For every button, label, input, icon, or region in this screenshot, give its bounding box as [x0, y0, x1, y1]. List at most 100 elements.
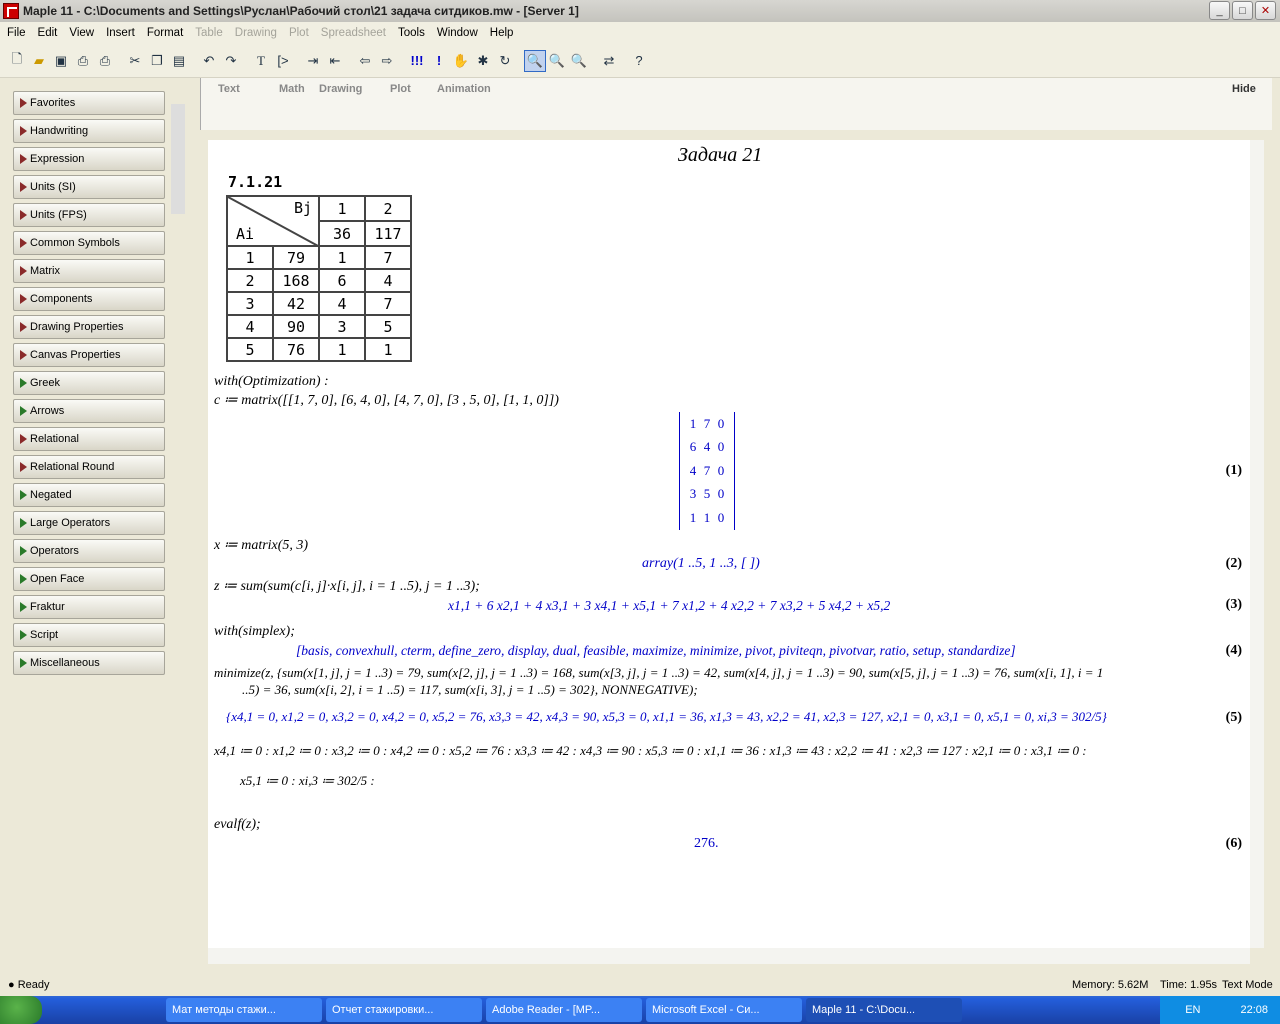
palette-scrollbar[interactable]: [170, 86, 186, 966]
palette-large-operators[interactable]: Large Operators: [13, 511, 165, 535]
input-matrix-x[interactable]: x ≔ matrix(5, 3): [214, 537, 308, 554]
input-matrix-c[interactable]: c ≔ matrix([[1, 7, 0], [6, 4, 0], [4, 7,…: [214, 392, 559, 409]
palette-scroll-thumb[interactable]: [171, 104, 185, 214]
context-hide-button[interactable]: Hide: [1232, 83, 1256, 95]
copy-icon[interactable]: ❐: [146, 50, 168, 72]
forward-icon[interactable]: ⇨: [376, 50, 398, 72]
input-with-simplex[interactable]: with(simplex);: [214, 624, 295, 640]
open-icon[interactable]: ▰: [28, 50, 50, 72]
palette-units-si[interactable]: Units (SI): [13, 175, 165, 199]
print-preview-icon[interactable]: ⎙: [94, 50, 116, 72]
zoom-100-icon[interactable]: 🔍: [524, 49, 546, 72]
context-tab-plot[interactable]: Plot: [390, 83, 411, 95]
table-b-value: 36: [318, 220, 366, 247]
menu-drawing[interactable]: Drawing: [230, 27, 284, 39]
cut-icon[interactable]: ✂: [124, 50, 146, 72]
palette-relational[interactable]: Relational: [13, 427, 165, 451]
stop-icon[interactable]: ✋: [450, 50, 472, 72]
menu-tools[interactable]: Tools: [393, 27, 432, 39]
palette-fraktur[interactable]: Fraktur: [13, 595, 165, 619]
prompt-icon[interactable]: [>: [272, 50, 294, 72]
menu-spreadsheet[interactable]: Spreadsheet: [316, 27, 393, 39]
taskbar-item[interactable]: Adobe Reader - [MP...: [486, 998, 642, 1022]
palette-script[interactable]: Script: [13, 623, 165, 647]
palette-favorites[interactable]: Favorites: [13, 91, 165, 115]
palette-canvas-properties[interactable]: Canvas Properties: [13, 343, 165, 367]
output-simplex-list: [basis, convexhull, cterm, define_zero, …: [296, 643, 1016, 658]
status-mode: Text Mode: [1222, 979, 1273, 991]
zoom-150-icon[interactable]: 🔍: [546, 50, 568, 72]
taskbar-item[interactable]: Мат методы стажи...: [166, 998, 322, 1022]
paste-icon[interactable]: ▤: [168, 50, 190, 72]
maximize-button[interactable]: □: [1232, 1, 1253, 20]
palette-label: Common Symbols: [30, 237, 120, 249]
back-icon[interactable]: ⇦: [354, 50, 376, 72]
save-icon[interactable]: ▣: [50, 50, 72, 72]
menu-edit[interactable]: Edit: [33, 27, 65, 39]
palette-matrix[interactable]: Matrix: [13, 259, 165, 283]
expand-arrow-icon: [20, 518, 27, 528]
menu-table[interactable]: Table: [190, 27, 230, 39]
taskbar-item-active[interactable]: Maple 11 - C:\Docu...: [806, 998, 962, 1022]
palette-drawing-properties[interactable]: Drawing Properties: [13, 315, 165, 339]
print-icon[interactable]: ⎙: [72, 50, 94, 72]
palette-units-fps[interactable]: Units (FPS): [13, 203, 165, 227]
palette-negated[interactable]: Negated: [13, 483, 165, 507]
menu-view[interactable]: View: [64, 27, 101, 39]
menu-plot[interactable]: Plot: [284, 27, 316, 39]
expand-arrow-icon: [20, 294, 27, 304]
taskbar-item[interactable]: Microsoft Excel - Си...: [646, 998, 802, 1022]
palette-operators[interactable]: Operators: [13, 539, 165, 563]
execute-icon[interactable]: !: [428, 50, 450, 72]
text-icon[interactable]: T: [250, 50, 272, 72]
menu-bar: File Edit View Insert Format Table Drawi…: [0, 22, 1280, 44]
language-indicator[interactable]: EN: [1185, 1004, 1200, 1016]
help-icon[interactable]: ?: [628, 50, 650, 72]
menu-help[interactable]: Help: [485, 27, 521, 39]
worksheet-vertical-scrollbar[interactable]: [1250, 140, 1264, 948]
context-tab-math[interactable]: Math: [279, 83, 305, 95]
menu-window[interactable]: Window: [432, 27, 485, 39]
toggle-icon[interactable]: ⇄: [598, 50, 620, 72]
input-minimize-2[interactable]: ..5) = 36, sum(x[i, 2], i = 1 ..5) = 117…: [242, 682, 698, 698]
close-button[interactable]: ✕: [1255, 1, 1276, 20]
equation-label-1: (1): [1225, 463, 1242, 478]
menu-file[interactable]: File: [2, 27, 33, 39]
new-icon[interactable]: 🗋: [6, 50, 28, 72]
worksheet-horizontal-scrollbar[interactable]: [208, 948, 1250, 964]
input-evalf[interactable]: evalf(z);: [214, 817, 261, 833]
input-assignments-1[interactable]: x4,1 ≔ 0 : x1,2 ≔ 0 : x3,2 ≔ 0 : x4,2 ≔ …: [214, 743, 1087, 759]
context-tab-animation[interactable]: Animation: [437, 83, 491, 95]
indent-icon[interactable]: ⇥: [302, 50, 324, 72]
palette-miscellaneous[interactable]: Miscellaneous: [13, 651, 165, 675]
redo-icon[interactable]: ↷: [220, 50, 242, 72]
palette-components[interactable]: Components: [13, 287, 165, 311]
input-minimize-1[interactable]: minimize(z, {sum(x[1, j], j = 1 ..3) = 7…: [214, 665, 1103, 681]
menu-format[interactable]: Format: [142, 27, 190, 39]
input-sum-z[interactable]: z ≔ sum(sum(c[i, j]·x[i, j], i = 1 ..5),…: [214, 578, 480, 595]
palette-expression[interactable]: Expression: [13, 147, 165, 171]
minimize-button[interactable]: _: [1209, 1, 1230, 20]
restart-icon[interactable]: ↻: [494, 50, 516, 72]
undo-icon[interactable]: ↶: [198, 50, 220, 72]
taskbar-item[interactable]: Отчет стажировки...: [326, 998, 482, 1022]
palette-relational-round[interactable]: Relational Round: [13, 455, 165, 479]
input-with-optimization[interactable]: with(Optimization) :: [214, 374, 329, 390]
input-assignments-2[interactable]: x5,1 ≔ 0 : xi,3 ≔ 302/5 :: [240, 773, 375, 789]
context-tab-text[interactable]: Text: [218, 83, 240, 95]
palette-open-face[interactable]: Open Face: [13, 567, 165, 591]
menu-insert[interactable]: Insert: [101, 27, 142, 39]
start-button[interactable]: [0, 996, 42, 1024]
debug-icon[interactable]: ✱: [472, 50, 494, 72]
worksheet[interactable]: Задача 21 7.1.21 Bj Ai 1 2 36 117 1 79 1 7 …: [208, 140, 1250, 948]
outdent-icon[interactable]: ⇤: [324, 50, 346, 72]
palette-greek[interactable]: Greek: [13, 371, 165, 395]
palette-label: Matrix: [30, 265, 60, 277]
maple-app-icon[interactable]: [3, 3, 19, 19]
palette-common-symbols[interactable]: Common Symbols: [13, 231, 165, 255]
palette-arrows[interactable]: Arrows: [13, 399, 165, 423]
execute-all-icon[interactable]: !!!: [406, 50, 428, 72]
palette-handwriting[interactable]: Handwriting: [13, 119, 165, 143]
context-tab-drawing[interactable]: Drawing: [319, 83, 362, 95]
zoom-200-icon[interactable]: 🔍: [568, 50, 590, 72]
